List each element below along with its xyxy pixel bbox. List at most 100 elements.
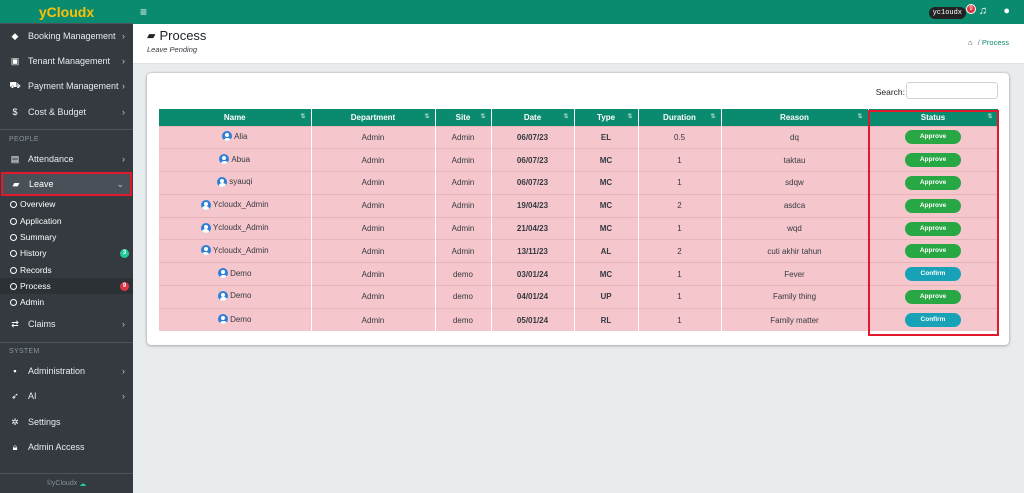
sidebar-subitem-application[interactable]: Application <box>0 213 133 229</box>
confirm-button[interactable]: Confirm <box>905 313 961 328</box>
cell-date: 21/04/23 <box>491 216 575 240</box>
search-input[interactable] <box>906 82 998 99</box>
sidebar-item-settings[interactable]: ✲ Settings <box>0 410 133 434</box>
subitem-label: History <box>20 248 47 258</box>
search-label: Search: <box>875 87 905 97</box>
cell-type: EL <box>574 125 639 149</box>
sort-icon[interactable]: ⇅ <box>300 113 305 120</box>
sidebar-item-booking-management[interactable]: ◆ Booking Management › <box>0 24 133 48</box>
sidebar-item-leave[interactable]: ▰ Leave ⌄ <box>1 172 132 196</box>
cell-status: Confirm <box>868 262 999 286</box>
type-value: EL <box>600 132 612 142</box>
cell-department: Admin <box>311 125 436 149</box>
sort-icon[interactable]: ⇅ <box>627 113 632 120</box>
sidebar-subitem-history[interactable]: History 3 <box>0 245 133 261</box>
leave-pending-card: Search: Name ⇅ Department ⇅ Site ⇅ Date ⇅ Type ⇅ D… <box>147 73 1009 345</box>
table-row: Ycloudx_Admin Admin Admin 19/04/23 MC 2 asdca A… <box>159 193 999 218</box>
menu-toggle-icon[interactable]: ≡ <box>140 5 147 19</box>
approve-button[interactable]: Approve <box>905 221 961 236</box>
type-value: MC <box>599 224 613 234</box>
confirm-button[interactable]: Confirm <box>905 267 961 282</box>
date-value: 06/07/23 <box>516 178 549 188</box>
sidebar-item-ai[interactable]: ➶ AI › <box>0 384 133 408</box>
sort-icon[interactable]: ⇅ <box>987 113 992 120</box>
employee-name-text: Alia <box>234 131 248 141</box>
home-icon[interactable]: ⌂ <box>968 38 973 47</box>
approve-button[interactable]: Approve <box>905 130 961 145</box>
column-header-duration[interactable]: Duration ⇅ <box>638 109 722 126</box>
username-pill[interactable]: yc1oudx <box>928 7 966 19</box>
duration-value: 2 <box>677 201 682 211</box>
column-header-name[interactable]: Name ⇅ <box>159 109 312 126</box>
department-value: Admin <box>361 315 385 325</box>
column-header-site[interactable]: Site ⇅ <box>435 109 492 126</box>
exchange-icon: ⇄ <box>11 318 19 329</box>
cell-site: demo <box>435 262 492 286</box>
chevron-down-icon: ⌄ <box>116 178 124 189</box>
sidebar-item-attendance[interactable]: ▤ Attendance › <box>0 147 133 171</box>
type-value: UP <box>600 292 612 302</box>
key-icon: ◆ <box>11 30 19 41</box>
cell-name: syauqi <box>159 171 312 195</box>
cart-icon: ⛟ <box>9 80 21 90</box>
column-header-status[interactable]: Status ⇅ <box>868 109 999 126</box>
employee-name: Alia <box>222 131 248 142</box>
sidebar-subitem-summary[interactable]: Summary <box>0 229 133 245</box>
approve-button[interactable]: Approve <box>905 198 961 213</box>
sidebar-item-admin-access[interactable]: 🔒︎ Admin Access <box>0 435 133 459</box>
footer-text: ©yCloudx <box>46 480 78 487</box>
brand-logo[interactable]: yCloudx <box>0 0 133 24</box>
sidebar-item-label: Attendance <box>28 154 74 164</box>
cell-department: Admin <box>311 262 436 286</box>
table-row: Abua Admin Admin 06/07/23 MC 1 taktau Approve <box>159 148 999 172</box>
cell-site: demo <box>435 307 492 332</box>
type-value: MC <box>599 155 613 165</box>
site-value: Admin <box>451 246 475 256</box>
column-header-reason[interactable]: Reason ⇅ <box>721 109 869 126</box>
sidebar-item-label: Claims <box>28 319 56 329</box>
sort-icon[interactable]: ⇅ <box>563 113 568 120</box>
sidebar-subitem-process[interactable]: Process 9 <box>0 278 133 294</box>
sidebar-item-label: Tenant Management <box>28 56 111 66</box>
history-count-badge: 3 <box>120 248 129 258</box>
column-header-department[interactable]: Department ⇅ <box>311 109 436 126</box>
bell-icon[interactable]: ♫ <box>979 5 987 17</box>
approve-button[interactable]: Approve <box>905 244 961 259</box>
approve-button[interactable]: Approve <box>905 175 961 190</box>
column-header-label: Duration <box>663 112 696 122</box>
sidebar-subitem-records[interactable]: Records <box>0 262 133 278</box>
leave-process-table: Name ⇅ Department ⇅ Site ⇅ Date ⇅ Type ⇅ Duration ⇅… <box>159 109 999 332</box>
sort-icon[interactable]: ⇅ <box>424 113 429 120</box>
chevron-right-icon: › <box>122 56 125 66</box>
sort-icon[interactable]: ⇅ <box>480 113 485 120</box>
sort-icon[interactable]: ⇅ <box>857 113 862 120</box>
table-row: Ycloudx_Admin Admin Admin 13/11/23 AL 2 cuti a… <box>159 239 999 263</box>
approve-button[interactable]: Approve <box>905 289 961 304</box>
type-value: RL <box>600 315 612 325</box>
user-avatar-icon <box>200 199 211 210</box>
cell-name: Ycloudx_Admin <box>159 239 312 263</box>
sidebar-item-administration[interactable]: ▪ Administration › <box>0 359 133 383</box>
subitem-label: Admin <box>20 297 45 307</box>
reason-value: dq <box>790 132 799 142</box>
sidebar-item-cost-budget[interactable]: $ Cost & Budget › <box>0 100 133 124</box>
sidebar-item-claims[interactable]: ⇄ Claims › <box>0 312 133 336</box>
cell-status: Approve <box>868 125 999 149</box>
cell-department: Admin <box>311 171 436 195</box>
approve-button[interactable]: Approve <box>905 153 961 168</box>
sort-icon[interactable]: ⇅ <box>710 113 715 120</box>
sidebar-item-payment-management[interactable]: ⛟ Payment Management › <box>0 74 133 98</box>
sidebar-item-tenant-management[interactable]: ▣ Tenant Management › <box>0 49 133 73</box>
column-header-date[interactable]: Date ⇅ <box>491 109 575 126</box>
duration-value: 1 <box>677 269 682 279</box>
circle-icon <box>10 282 17 290</box>
column-header-type[interactable]: Type ⇅ <box>574 109 639 126</box>
cell-department: Admin <box>311 193 436 218</box>
duration-value: 1 <box>677 178 682 188</box>
sidebar-subitem-overview[interactable]: Overview <box>0 196 133 212</box>
employee-name-text: Demo <box>230 291 252 301</box>
sidebar-subitem-admin[interactable]: Admin <box>0 294 133 310</box>
cell-department: Admin <box>311 239 436 263</box>
user-icon[interactable]: ● <box>1003 5 1010 17</box>
employee-name-text: Ycloudx_Admin <box>212 245 269 255</box>
